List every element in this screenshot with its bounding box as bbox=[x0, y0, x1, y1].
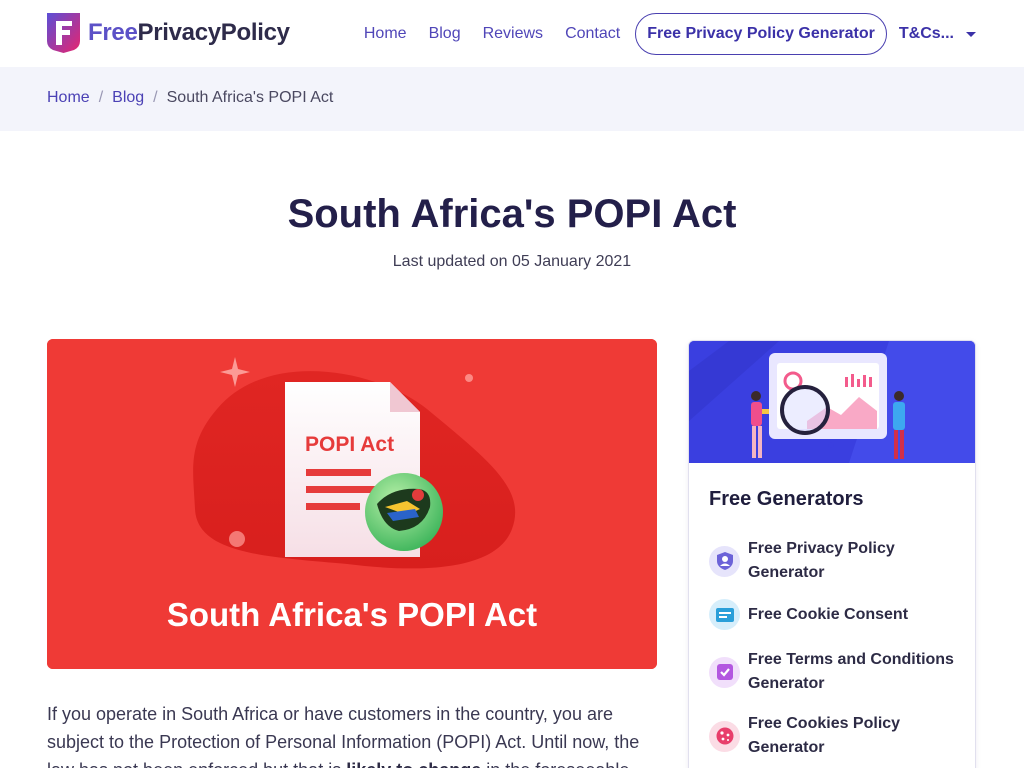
logo-icon bbox=[47, 13, 80, 53]
logo-word-rest: PrivacyPolicy bbox=[137, 19, 291, 46]
generators-banner-image bbox=[689, 341, 975, 463]
generator-link-cookie-consent[interactable]: Free Cookie Consent bbox=[709, 599, 969, 630]
last-updated: Last updated on 05 January 2021 bbox=[392, 253, 632, 270]
site-header: FreePrivacyPolicy Home Blog Reviews Cont… bbox=[0, 0, 1024, 67]
article-intro: If you operate in South Africa or have c… bbox=[47, 700, 647, 768]
caret-down-icon bbox=[966, 31, 976, 37]
privacy-policy-generator-button[interactable]: Free Privacy Policy Generator bbox=[635, 13, 887, 55]
breadcrumb-current: South Africa's POPI Act bbox=[166, 89, 334, 106]
nav-blog[interactable]: Blog bbox=[418, 13, 472, 55]
site-logo[interactable]: FreePrivacyPolicy bbox=[47, 13, 290, 53]
cookie-icon bbox=[709, 720, 740, 752]
breadcrumb-separator: / bbox=[153, 89, 158, 106]
hero-illustration: POPI Act South Africa's POPI Act bbox=[47, 339, 657, 669]
checkbox-icon bbox=[709, 656, 740, 688]
article-intro-link[interactable]: likely to change bbox=[346, 760, 481, 768]
breadcrumb-bar: Home / Blog / South Africa's POPI Act bbox=[0, 67, 1024, 131]
generator-link-cookies-policy[interactable]: Free Cookies Policy Generator bbox=[709, 712, 969, 760]
hero-caption: South Africa's POPI Act bbox=[167, 596, 537, 633]
generator-link-privacy-policy[interactable]: Free Privacy Policy Generator bbox=[709, 537, 969, 585]
page-title: South Africa's POPI Act bbox=[287, 192, 737, 236]
generator-label: Free Terms and Conditions Generator bbox=[748, 651, 954, 692]
generator-label: Free Cookies Policy Generator bbox=[748, 715, 901, 756]
nav-contact[interactable]: Contact bbox=[554, 13, 631, 55]
generator-link-terms-conditions[interactable]: Free Terms and Conditions Generator bbox=[709, 648, 969, 696]
logo-wordmark: FreePrivacyPolicy bbox=[88, 19, 290, 47]
breadcrumb-blog[interactable]: Blog bbox=[112, 89, 144, 107]
nav-reviews[interactable]: Reviews bbox=[472, 13, 554, 55]
breadcrumb-separator: / bbox=[98, 89, 104, 106]
generator-label: Free Cookie Consent bbox=[748, 605, 909, 623]
breadcrumb: Home / Blog / South Africa's POPI Act bbox=[47, 89, 333, 107]
logo-word-free: Free bbox=[88, 19, 138, 46]
article-intro-text-1: If you operate in South Africa or have c… bbox=[47, 704, 640, 768]
main-nav: Home Blog Reviews Contact Free Privacy P… bbox=[350, 13, 976, 55]
article-intro-text-2: in the foreseeable bbox=[481, 760, 629, 768]
sidebar-title: Free Generators bbox=[709, 488, 864, 510]
generators-banner-illustration bbox=[689, 341, 975, 463]
free-generators-card: Free Generators Free Privacy Policy Gene… bbox=[688, 340, 976, 768]
generator-label: Free Privacy Policy Generator bbox=[748, 540, 895, 581]
cookie-banner-icon bbox=[709, 599, 740, 630]
breadcrumb-home[interactable]: Home bbox=[47, 89, 90, 107]
hero-doc-title: POPI Act bbox=[305, 433, 394, 456]
tcs-dropdown-label: T&Cs... bbox=[898, 25, 954, 42]
tcs-dropdown[interactable]: T&Cs... bbox=[887, 13, 976, 55]
nav-home[interactable]: Home bbox=[353, 13, 418, 55]
shield-user-icon bbox=[709, 545, 740, 577]
hero-image: POPI Act South Africa's POPI Act bbox=[47, 339, 657, 669]
